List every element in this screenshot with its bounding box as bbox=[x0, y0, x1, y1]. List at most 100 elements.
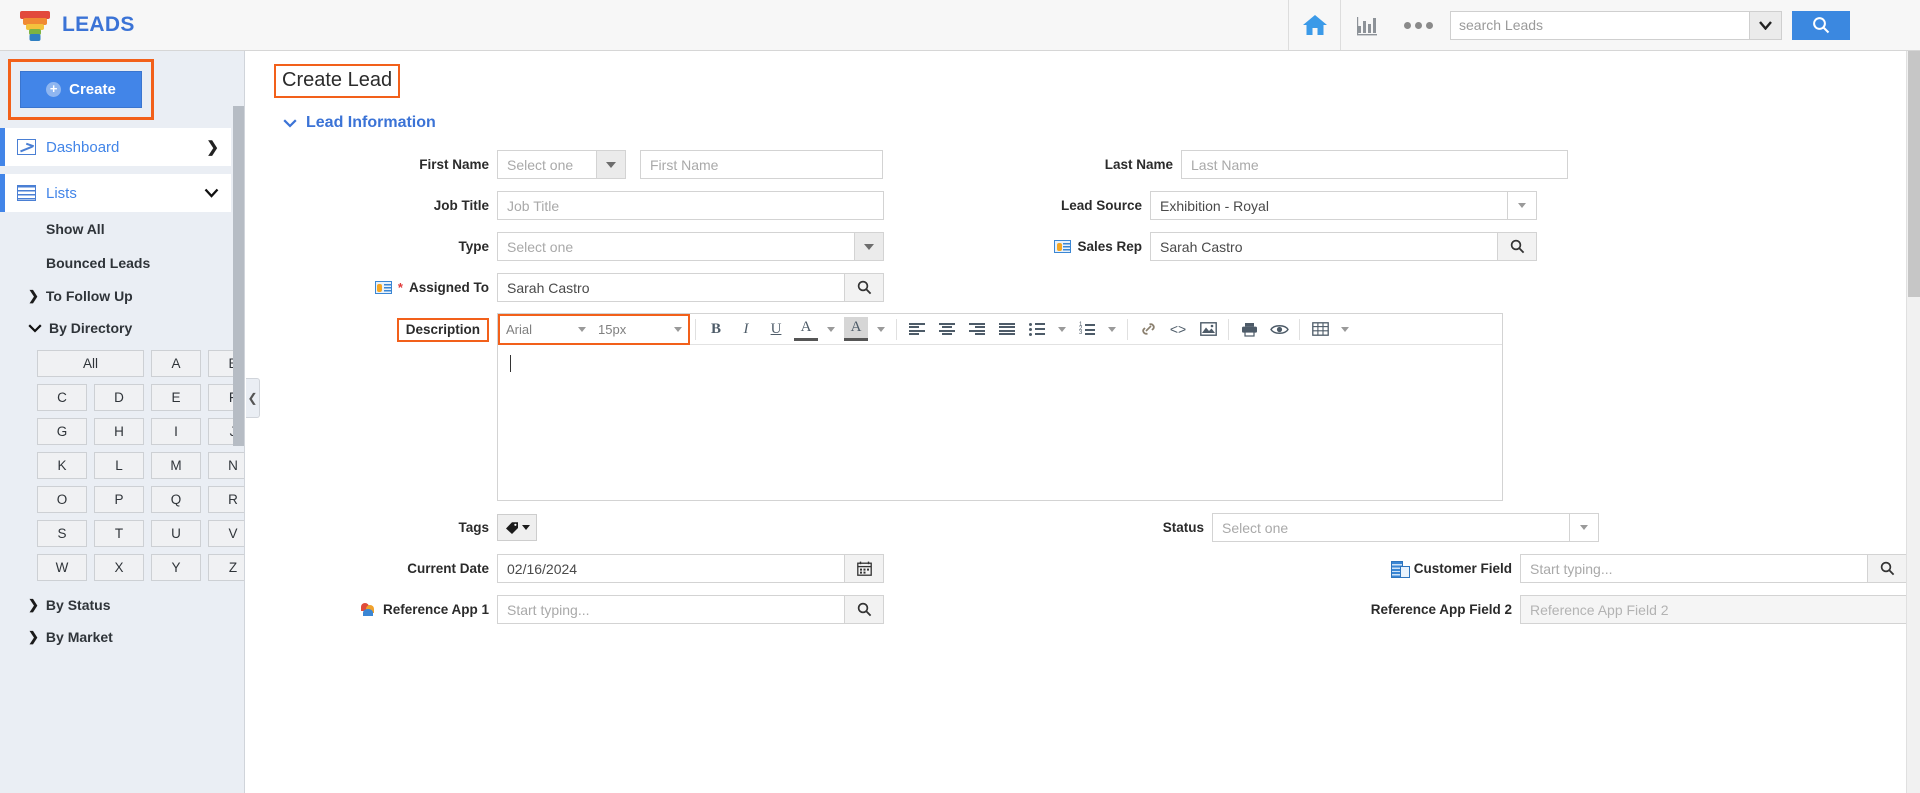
table-dropdown-icon[interactable] bbox=[1338, 317, 1352, 341]
form-row-type-salesrep: Type Select one Sales Rep Sarah Castro bbox=[261, 226, 1920, 267]
alpha-button-a[interactable]: A bbox=[151, 350, 201, 377]
main-scrollbar-thumb[interactable] bbox=[1908, 51, 1920, 297]
align-justify-icon[interactable] bbox=[995, 317, 1019, 341]
main-scrollbar[interactable] bbox=[1906, 51, 1920, 793]
alpha-button-e[interactable]: E bbox=[151, 384, 201, 411]
lead-source-select[interactable]: Exhibition - Royal bbox=[1150, 191, 1508, 220]
alpha-button-p[interactable]: P bbox=[94, 486, 144, 513]
alpha-button-g[interactable]: G bbox=[37, 418, 87, 445]
image-icon[interactable] bbox=[1196, 317, 1220, 341]
salutation-select[interactable]: Select one bbox=[497, 150, 597, 179]
alpha-button-i[interactable]: I bbox=[151, 418, 201, 445]
bold-icon[interactable]: B bbox=[704, 317, 728, 341]
numbered-list-dropdown-icon[interactable] bbox=[1105, 317, 1119, 341]
type-select[interactable]: Select one bbox=[497, 232, 855, 261]
alpha-button-n[interactable]: N bbox=[208, 452, 244, 479]
align-right-icon[interactable] bbox=[965, 317, 989, 341]
highlight-color-dropdown-icon[interactable] bbox=[874, 317, 888, 341]
assigned-to-search-icon[interactable] bbox=[845, 273, 884, 302]
sidebar-item-lists[interactable]: Lists bbox=[0, 174, 231, 212]
alpha-button-v[interactable]: V bbox=[208, 520, 244, 547]
customer-field-search-icon[interactable] bbox=[1868, 554, 1907, 583]
italic-icon[interactable]: I bbox=[734, 317, 758, 341]
alpha-button-h[interactable]: H bbox=[94, 418, 144, 445]
sales-rep-search-icon[interactable] bbox=[1498, 232, 1537, 261]
sidebar-collapse-toggle[interactable]: ❮ bbox=[246, 378, 260, 418]
bullet-list-icon[interactable] bbox=[1025, 317, 1049, 341]
job-title-input[interactable]: Job Title bbox=[497, 191, 884, 220]
font-controls-highlight: Arial 15px bbox=[498, 313, 690, 345]
bar-chart-icon[interactable] bbox=[1340, 0, 1392, 50]
sidebar-item-bounced-leads[interactable]: Bounced Leads bbox=[0, 246, 244, 280]
chart-line-icon bbox=[17, 139, 36, 155]
alpha-button-c[interactable]: C bbox=[37, 384, 87, 411]
bullet-list-dropdown-icon[interactable] bbox=[1055, 317, 1069, 341]
alpha-button-m[interactable]: M bbox=[151, 452, 201, 479]
sidebar-group-to-follow-up[interactable]: ❯ To Follow Up bbox=[0, 280, 244, 312]
alpha-button-all[interactable]: All bbox=[37, 350, 144, 377]
preview-icon[interactable] bbox=[1267, 317, 1291, 341]
sales-rep-input[interactable]: Sarah Castro bbox=[1150, 232, 1498, 261]
link-icon[interactable] bbox=[1136, 317, 1160, 341]
font-size-select[interactable]: 15px bbox=[592, 317, 688, 342]
alpha-button-d[interactable]: D bbox=[94, 384, 144, 411]
print-icon[interactable] bbox=[1237, 317, 1261, 341]
alpha-button-l[interactable]: L bbox=[94, 452, 144, 479]
description-textarea[interactable] bbox=[498, 345, 1502, 500]
alpha-button-z[interactable]: Z bbox=[208, 554, 244, 581]
alpha-button-o[interactable]: O bbox=[37, 486, 87, 513]
sidebar-group-by-status[interactable]: ❯ By Status bbox=[0, 589, 244, 621]
current-date-label: Current Date bbox=[407, 561, 489, 576]
lead-source-label: Lead Source bbox=[1060, 198, 1142, 213]
chevron-down-icon[interactable] bbox=[1750, 10, 1782, 40]
salutation-dropdown-icon[interactable] bbox=[597, 150, 626, 179]
customer-field-input[interactable]: Start typing... bbox=[1520, 554, 1868, 583]
alpha-button-r[interactable]: R bbox=[208, 486, 244, 513]
table-icon[interactable] bbox=[1308, 317, 1332, 341]
numbered-list-icon[interactable]: 123 bbox=[1075, 317, 1099, 341]
sidebar-scrollbar[interactable] bbox=[233, 106, 244, 446]
reference-app-1-search-icon[interactable] bbox=[845, 595, 884, 624]
alpha-button-k[interactable]: K bbox=[37, 452, 87, 479]
reference-app-2-input[interactable]: Reference App Field 2 bbox=[1520, 595, 1907, 624]
font-color-dropdown-icon[interactable] bbox=[824, 317, 838, 341]
sidebar-item-dashboard[interactable]: Dashboard ❯ bbox=[0, 128, 231, 166]
lead-source-dropdown-icon[interactable] bbox=[1508, 191, 1537, 220]
alpha-button-u[interactable]: U bbox=[151, 520, 201, 547]
alpha-button-s[interactable]: S bbox=[37, 520, 87, 547]
alpha-button-w[interactable]: W bbox=[37, 554, 87, 581]
create-button[interactable]: + Create bbox=[20, 71, 142, 108]
last-name-input[interactable]: Last Name bbox=[1181, 150, 1568, 179]
sidebar-group-by-directory[interactable]: By Directory bbox=[0, 312, 244, 344]
sidebar-scrollbar-thumb[interactable] bbox=[233, 106, 244, 446]
status-dropdown-icon[interactable] bbox=[1570, 513, 1599, 542]
highlight-color-icon[interactable]: A bbox=[844, 317, 868, 341]
section-header-lead-information[interactable]: Lead Information bbox=[283, 114, 1920, 132]
font-family-select[interactable]: Arial bbox=[500, 317, 592, 342]
status-select[interactable]: Select one bbox=[1212, 513, 1570, 542]
tags-button[interactable] bbox=[497, 514, 537, 541]
sidebar-item-show-all[interactable]: Show All bbox=[0, 212, 244, 246]
calendar-icon[interactable] bbox=[845, 554, 884, 583]
sidebar-group-by-market[interactable]: ❯ By Market bbox=[0, 621, 244, 653]
assigned-to-input[interactable]: Sarah Castro bbox=[497, 273, 845, 302]
toolbar-divider bbox=[1299, 318, 1300, 340]
alpha-button-t[interactable]: T bbox=[94, 520, 144, 547]
alpha-button-y[interactable]: Y bbox=[151, 554, 201, 581]
alpha-button-x[interactable]: X bbox=[94, 554, 144, 581]
underline-icon[interactable]: U bbox=[764, 317, 788, 341]
align-left-icon[interactable] bbox=[905, 317, 929, 341]
search-input[interactable]: search Leads bbox=[1450, 10, 1750, 40]
ellipsis-icon[interactable] bbox=[1392, 0, 1444, 50]
source-code-icon[interactable]: <> bbox=[1166, 317, 1190, 341]
current-date-input[interactable]: 02/16/2024 bbox=[497, 554, 845, 583]
reference-app-1-input[interactable]: Start typing... bbox=[497, 595, 845, 624]
type-dropdown-icon[interactable] bbox=[855, 232, 884, 261]
home-icon[interactable] bbox=[1288, 0, 1340, 50]
alpha-button-q[interactable]: Q bbox=[151, 486, 201, 513]
font-color-icon[interactable]: A bbox=[794, 317, 818, 341]
first-name-input[interactable]: First Name bbox=[640, 150, 883, 179]
sidebar-group-label: By Directory bbox=[49, 320, 133, 336]
align-center-icon[interactable] bbox=[935, 317, 959, 341]
search-button[interactable] bbox=[1792, 10, 1850, 40]
